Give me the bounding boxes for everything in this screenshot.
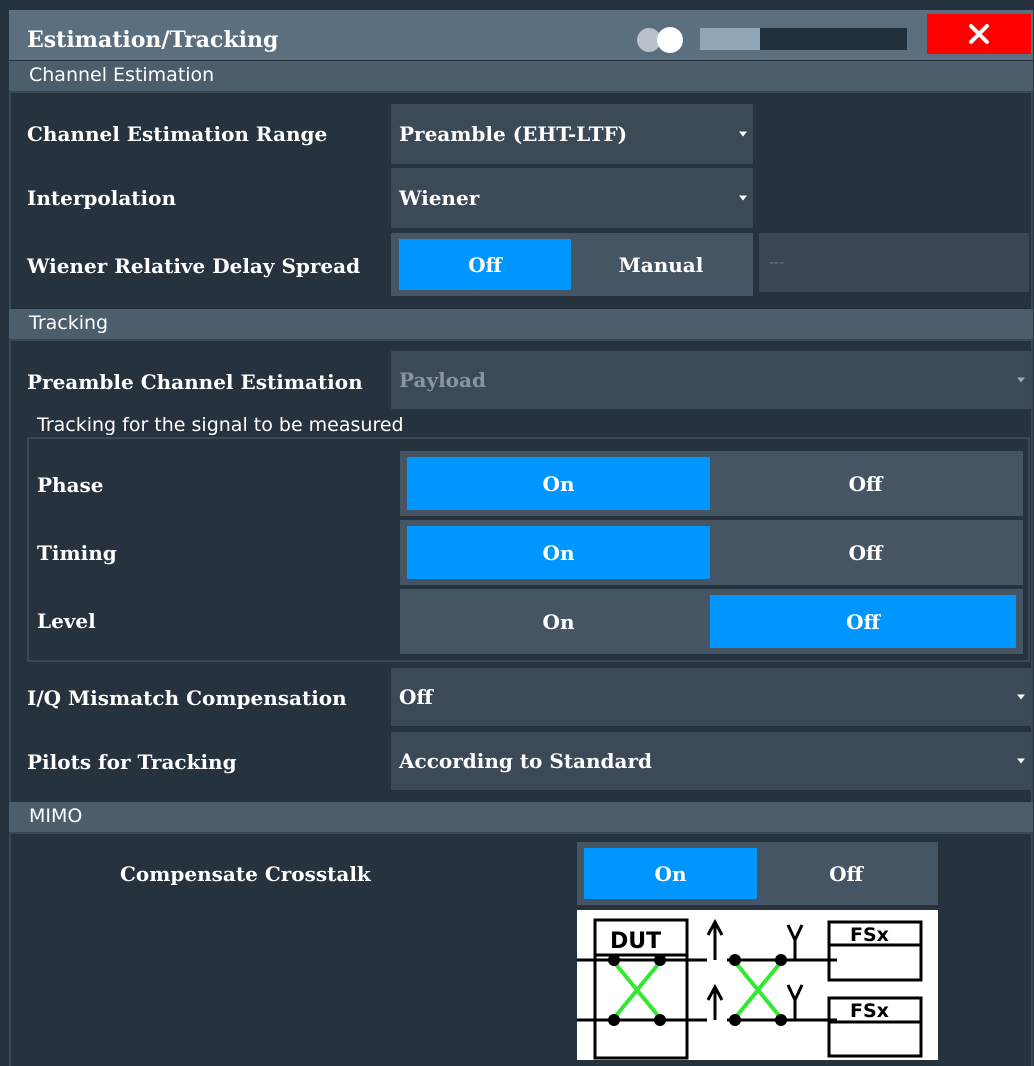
channel-estimation-section-label: Channel Estimation (29, 64, 215, 86)
close-icon (969, 24, 989, 44)
level-toggle: On Off (400, 589, 1023, 654)
interpolation-dropdown[interactable]: Wiener (391, 168, 753, 228)
title-bar[interactable]: Estimation/Tracking (9, 10, 1033, 60)
interpolation-value: Wiener (399, 186, 480, 210)
delay-spread-value-field[interactable]: --- (759, 233, 1029, 292)
chevron-down-icon (739, 195, 747, 201)
pilots-tracking-label: Pilots for Tracking (27, 750, 237, 774)
compensate-crosstalk-label: Compensate Crosstalk (120, 862, 371, 886)
preamble-channel-estimation-label: Preamble Channel Estimation (27, 370, 363, 394)
channel-estimation-range-label: Channel Estimation Range (27, 122, 328, 146)
chevron-down-icon (1017, 377, 1025, 383)
phase-off-option[interactable]: Off (714, 457, 1017, 510)
iq-mismatch-dropdown[interactable]: Off (391, 668, 1031, 726)
timing-label: Timing (37, 541, 117, 565)
pilots-tracking-value: According to Standard (399, 749, 653, 773)
level-on-option[interactable]: On (407, 595, 710, 648)
chevron-down-icon (739, 131, 747, 137)
tracking-header: Tracking (9, 309, 1033, 339)
fsx-label-1: FSx (850, 924, 889, 946)
fsx-label-2: FSx (850, 1000, 889, 1022)
phase-on-option[interactable]: On (407, 457, 710, 510)
phase-label: Phase (37, 473, 104, 497)
channel-estimation-range-value: Preamble (EHT-LTF) (399, 122, 628, 146)
display-toggle-icon[interactable] (637, 26, 693, 54)
compensate-crosstalk-toggle: On Off (577, 842, 938, 905)
progress-fill (700, 28, 761, 50)
pilots-tracking-dropdown[interactable]: According to Standard (391, 732, 1031, 790)
mimo-header: MIMO (9, 802, 1033, 832)
estimation-tracking-dialog: Estimation/Tracking Channel Estimation C… (0, 0, 1034, 1066)
dut-label: DUT (610, 929, 661, 954)
tracking-group-label: Tracking for the signal to be measured (37, 414, 404, 436)
chevron-down-icon (1017, 758, 1025, 764)
wiener-delay-spread-toggle: Off Manual (391, 233, 753, 296)
chevron-down-icon (1017, 694, 1025, 700)
delay-spread-manual-option[interactable]: Manual (576, 239, 746, 290)
level-label: Level (37, 609, 96, 633)
iq-mismatch-label: I/Q Mismatch Compensation (27, 686, 347, 710)
timing-toggle: On Off (400, 520, 1023, 585)
phase-toggle: On Off (400, 451, 1023, 516)
level-off-option[interactable]: Off (710, 595, 1016, 648)
preamble-channel-estimation-dropdown[interactable]: Payload (391, 351, 1031, 409)
mimo-section-label: MIMO (29, 805, 83, 827)
mimo-crosstalk-diagram: DUT FSx FSx (577, 910, 938, 1060)
delay-spread-value: --- (769, 254, 785, 271)
dialog-title: Estimation/Tracking (27, 27, 279, 53)
preamble-channel-estimation-value: Payload (399, 368, 486, 392)
progress-bar (700, 28, 907, 50)
channel-estimation-header: Channel Estimation (9, 61, 1033, 91)
delay-spread-off-option[interactable]: Off (399, 239, 571, 290)
close-button[interactable] (927, 14, 1031, 54)
wiener-delay-spread-label: Wiener Relative Delay Spread (27, 254, 361, 278)
timing-on-option[interactable]: On (407, 526, 710, 579)
timing-off-option[interactable]: Off (714, 526, 1017, 579)
crosstalk-off-option[interactable]: Off (760, 848, 932, 899)
channel-estimation-range-dropdown[interactable]: Preamble (EHT-LTF) (391, 104, 753, 164)
tracking-section-label: Tracking (29, 312, 109, 334)
iq-mismatch-value: Off (399, 685, 433, 709)
crosstalk-on-option[interactable]: On (584, 848, 757, 899)
interpolation-label: Interpolation (27, 186, 176, 210)
